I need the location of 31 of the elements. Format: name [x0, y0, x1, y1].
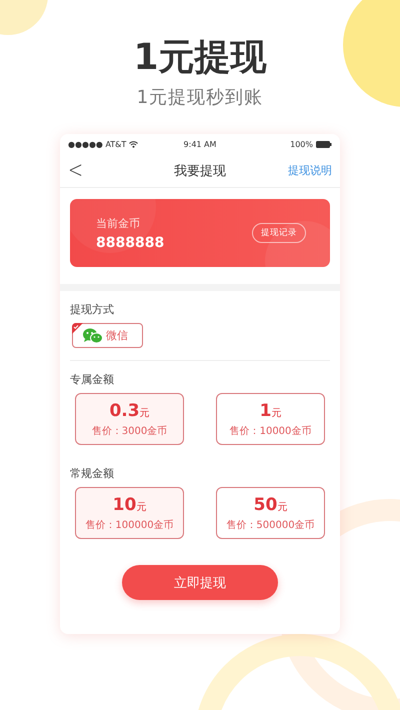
- headline-title: 1元提现: [133, 36, 267, 80]
- amount-option[interactable]: 0.3元 售价：3000金币: [75, 393, 184, 445]
- price-text: 售价：100000金币: [85, 518, 174, 532]
- amount-option[interactable]: 1元 售价：10000金币: [216, 393, 325, 445]
- instructions-link[interactable]: 提现说明: [288, 164, 332, 177]
- chat-bubbles-icon: [83, 328, 103, 344]
- section-label: 提现方式: [70, 303, 115, 317]
- section-label: 专属金额: [70, 373, 115, 387]
- amount-value: 10元: [112, 494, 146, 516]
- price-text: 售价：3000金币: [92, 424, 168, 438]
- withdraw-button[interactable]: 立即提现: [122, 565, 278, 600]
- battery-percent: 100%: [290, 140, 313, 148]
- history-button[interactable]: 提现记录: [252, 223, 306, 243]
- price-text: 售价：10000金币: [230, 424, 312, 438]
- headline-subtitle: 1元提现秒到账: [136, 86, 264, 110]
- section-label: 常规金额: [70, 467, 115, 481]
- price-text: 售价：500000金币: [226, 518, 315, 532]
- amount-value: 1元: [260, 400, 282, 422]
- balance-value: 8888888: [96, 234, 164, 250]
- wifi-icon: [129, 140, 138, 148]
- amount-option[interactable]: 50元 售价：500000金币: [216, 487, 325, 539]
- status-time: 9:41 AM: [184, 140, 216, 148]
- battery-icon: [316, 140, 332, 148]
- amount-value: 50元: [254, 494, 288, 516]
- amount-value: 0.3元: [109, 400, 150, 422]
- amount-option[interactable]: 10元 售价：100000金币: [75, 487, 184, 539]
- back-button[interactable]: <: [68, 158, 84, 184]
- page-title: 我要提现: [174, 164, 226, 178]
- wechat-option[interactable]: 微信: [72, 323, 143, 348]
- balance-label: 当前金币: [96, 216, 141, 230]
- carrier-text: ●●●●● AT&T: [68, 140, 126, 148]
